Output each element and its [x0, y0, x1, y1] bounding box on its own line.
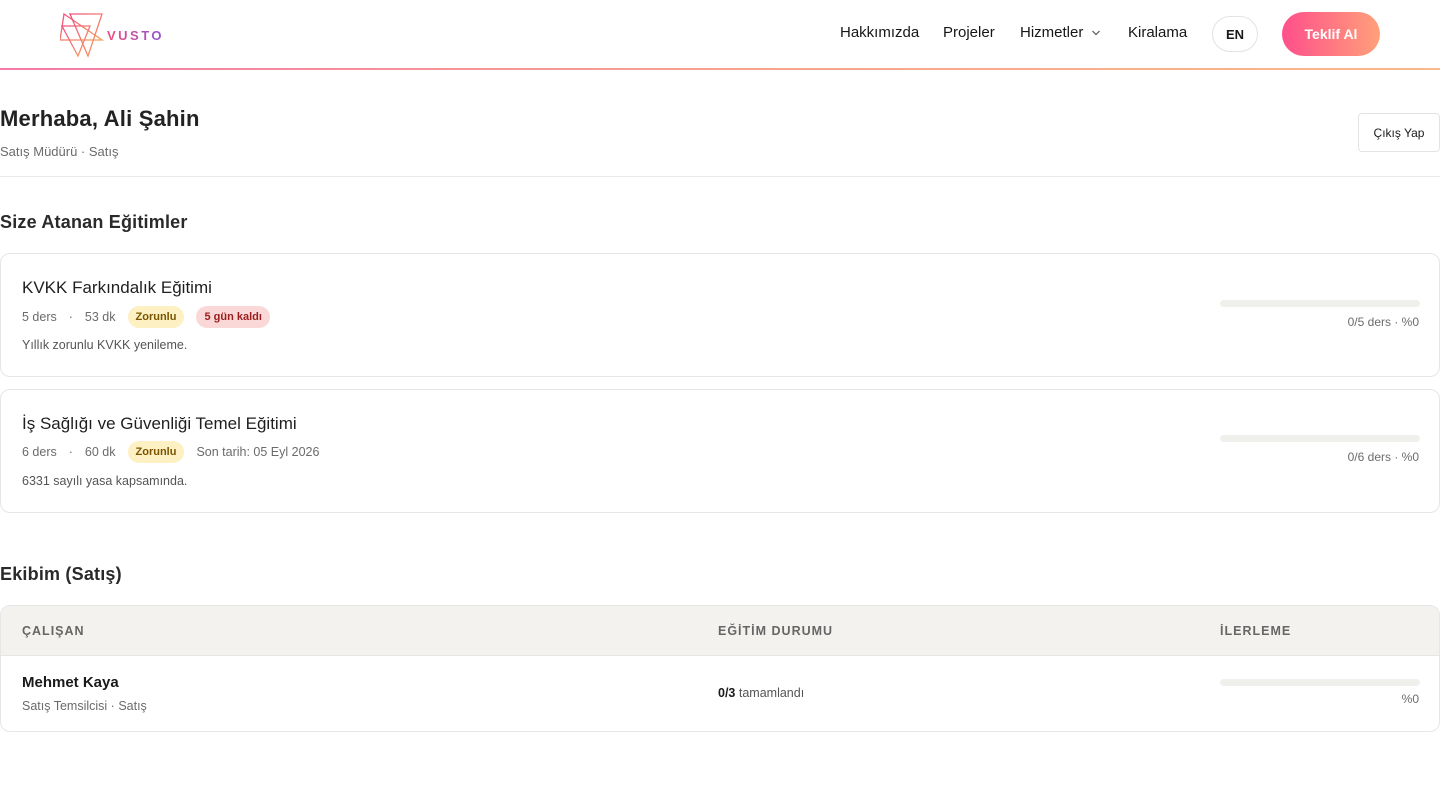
- training-description: Yıllık zorunlu KVKK yenileme.: [22, 338, 188, 352]
- required-badge: Zorunlu: [127, 441, 185, 463]
- training-progress-bar: [1220, 435, 1420, 442]
- table-header: ÇALIŞAN EĞİTİM DURUMU İLERLEME: [1, 606, 1439, 656]
- chevron-down-icon[interactable]: [1091, 28, 1101, 38]
- training-card[interactable]: İş Sağlığı ve Güvenliği Temel Eğitimi 6 …: [0, 389, 1440, 513]
- nav-services[interactable]: Hizmetler: [1020, 24, 1083, 41]
- training-status: 0/3 tamamlandı: [718, 686, 804, 700]
- deadline-text: Son tarih: 05 Eyl 2026: [196, 445, 320, 459]
- team-section-title: Ekibim (Satış): [0, 564, 122, 584]
- training-name: KVKK Farkındalık Eğitimi: [22, 278, 212, 297]
- language-toggle-button[interactable]: EN: [1212, 16, 1258, 52]
- column-header-employee: ÇALIŞAN: [22, 624, 85, 638]
- training-progress-text: 0/6 ders · %0: [1347, 450, 1419, 464]
- vusto-triangle-logo-icon: [60, 12, 105, 58]
- lesson-count: 6 ders: [22, 445, 57, 459]
- logout-button[interactable]: Çıkış Yap: [1358, 113, 1440, 152]
- duration: 60 dk: [84, 445, 116, 459]
- column-header-progress: İLERLEME: [1220, 624, 1292, 638]
- required-badge: Zorunlu: [127, 306, 185, 328]
- training-progress-bar: [1220, 300, 1420, 307]
- status-count: 0/3: [718, 686, 736, 700]
- site-header: VUSTO Hakkımızda Projeler Hizmetler Kira…: [0, 0, 1440, 70]
- page-title: Merhaba, Ali Şahin: [0, 106, 200, 131]
- training-meta: 6 ders · 60 dk Zorunlu Son tarih: 05 Eyl…: [22, 441, 319, 463]
- trainings-section-title: Size Atanan Eğitimler: [0, 212, 188, 232]
- nav-about[interactable]: Hakkımızda: [840, 24, 919, 41]
- nav-projects[interactable]: Projeler: [943, 24, 995, 41]
- brand-name: VUSTO: [107, 28, 165, 43]
- employee-name: Mehmet Kaya: [22, 674, 119, 691]
- header-gradient-divider: [0, 68, 1440, 70]
- training-description: 6331 sayılı yasa kapsamında.: [22, 474, 188, 488]
- training-name: İş Sağlığı ve Güvenliği Temel Eğitimi: [22, 414, 297, 433]
- user-role: Satış Müdürü · Satış: [0, 144, 119, 159]
- team-table: ÇALIŞAN EĞİTİM DURUMU İLERLEME Mehmet Ka…: [0, 605, 1440, 732]
- due-badge: 5 gün kaldı: [196, 306, 270, 328]
- training-meta: 5 ders · 53 dk Zorunlu 5 gün kaldı: [22, 306, 270, 328]
- training-card[interactable]: KVKK Farkındalık Eğitimi 5 ders · 53 dk …: [0, 253, 1440, 377]
- request-quote-button[interactable]: Teklif Al: [1282, 12, 1380, 56]
- duration: 53 dk: [84, 310, 116, 324]
- lesson-count: 5 ders: [22, 310, 57, 324]
- meta-separator: ·: [68, 310, 73, 324]
- brand-logo[interactable]: VUSTO: [60, 12, 162, 58]
- column-header-status: EĞİTİM DURUMU: [718, 624, 834, 638]
- section-divider: [0, 176, 1440, 177]
- status-label: tamamlandı: [738, 686, 805, 700]
- employee-progress-bar: [1220, 679, 1420, 686]
- employee-role: Satış Temsilcisi · Satış: [22, 699, 147, 713]
- employee-progress-text: %0: [1401, 692, 1419, 706]
- meta-separator: ·: [68, 445, 73, 459]
- nav-rental[interactable]: Kiralama: [1128, 24, 1187, 41]
- training-progress-text: 0/5 ders · %0: [1347, 315, 1419, 329]
